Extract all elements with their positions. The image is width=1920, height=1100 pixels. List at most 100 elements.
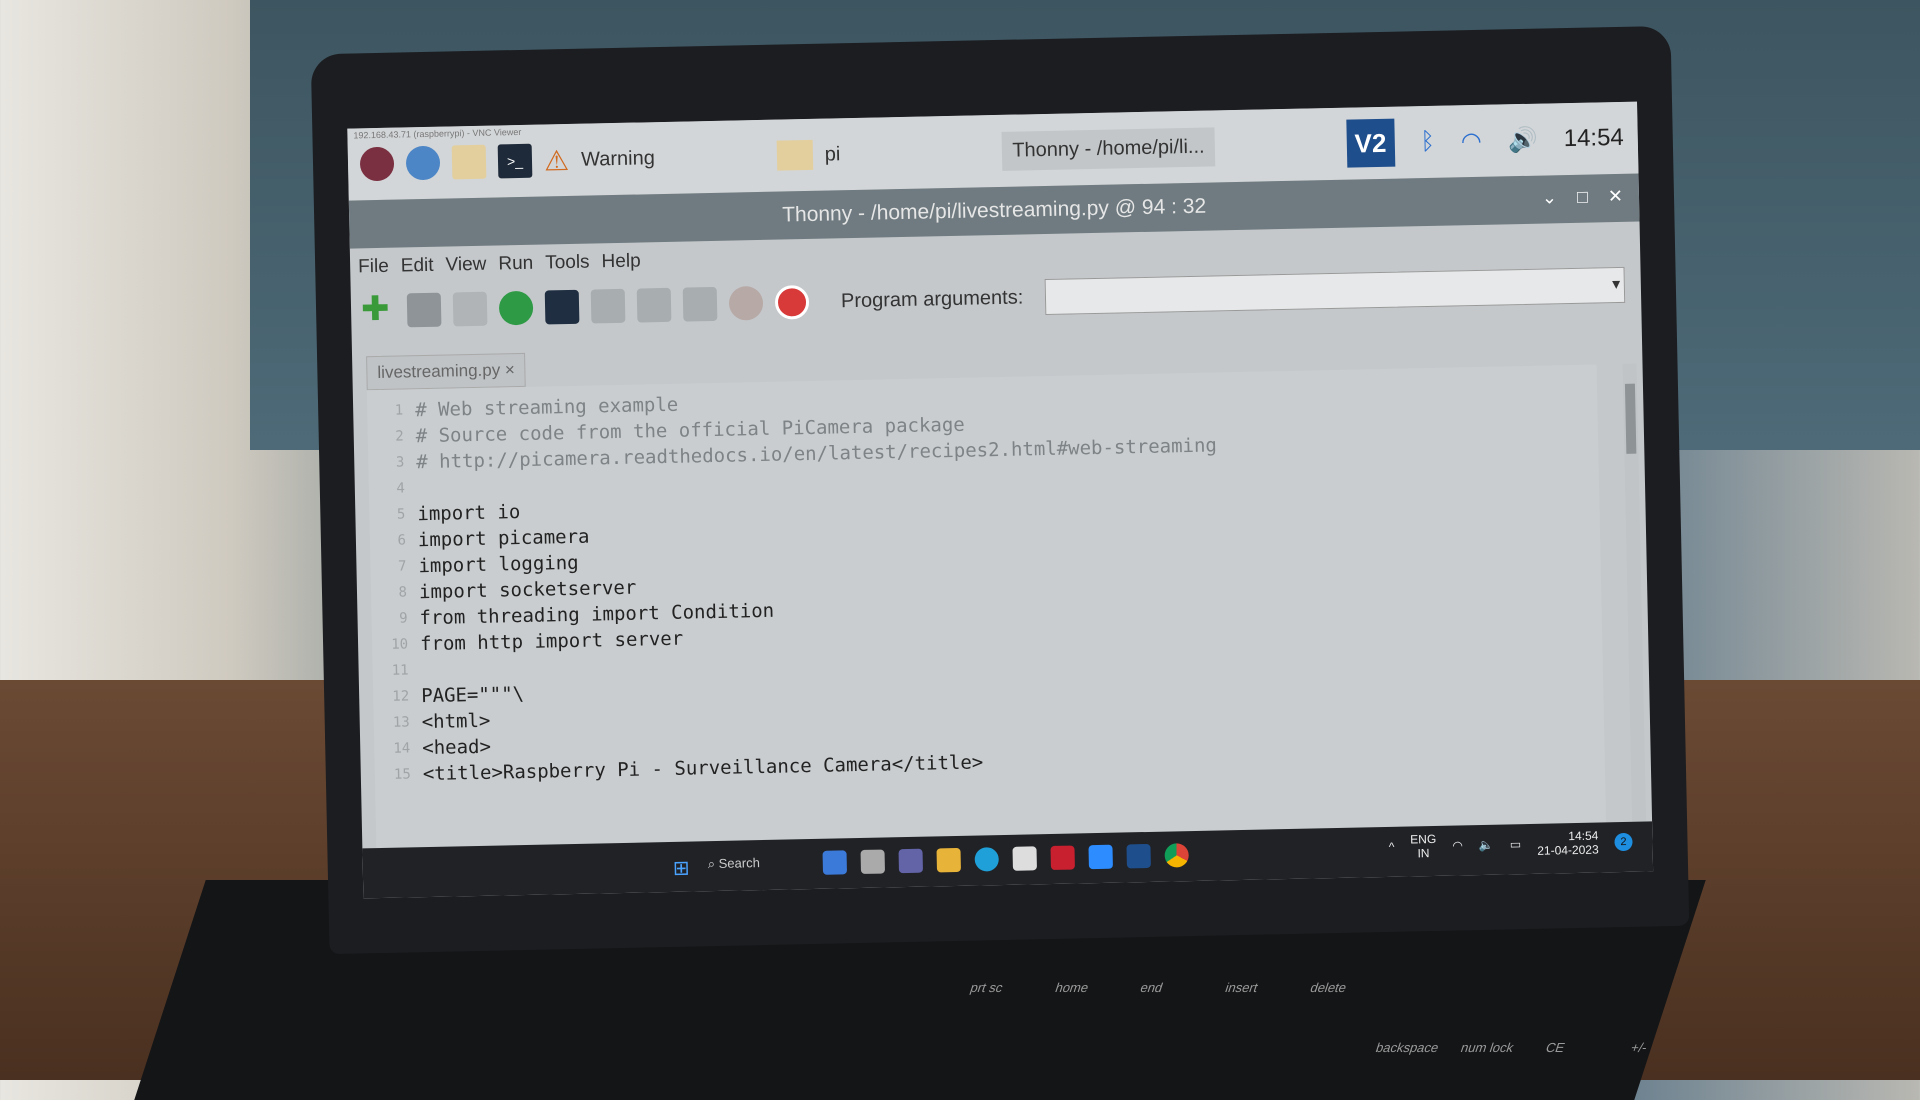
show-hidden-icon[interactable]: ^ bbox=[1389, 840, 1395, 854]
open-file-icon[interactable] bbox=[406, 292, 442, 328]
store-icon[interactable] bbox=[1012, 846, 1037, 871]
wifi-icon[interactable]: ◠ bbox=[1461, 126, 1483, 155]
line-number: 14 bbox=[393, 740, 411, 757]
code-line[interactable]: 14 <head> bbox=[374, 734, 491, 762]
screen: 192.168.43.71 (raspberrypi) - VNC Viewer… bbox=[347, 101, 1654, 899]
bluetooth-icon[interactable]: ᛒ bbox=[1420, 128, 1435, 156]
step-into-icon[interactable] bbox=[636, 287, 672, 323]
line-number: 1 bbox=[394, 402, 404, 419]
code-text: import io bbox=[417, 501, 521, 526]
menu-help[interactable]: Help bbox=[601, 250, 641, 273]
program-arguments-input[interactable] bbox=[1044, 266, 1626, 316]
thonny-task[interactable]: Thonny - /home/pi/li... bbox=[1001, 126, 1215, 171]
code-line[interactable]: 4 bbox=[369, 475, 418, 502]
vnc-title: 192.168.43.71 (raspberrypi) - VNC Viewer bbox=[353, 126, 522, 141]
key-label: insert bbox=[1223, 980, 1261, 995]
key-label: backspace bbox=[1373, 1040, 1441, 1055]
key-label: delete bbox=[1308, 980, 1349, 995]
step-out-icon[interactable] bbox=[682, 286, 718, 322]
key-label: CE bbox=[1543, 1040, 1567, 1055]
wifi-tray-icon[interactable]: ◠ bbox=[1452, 838, 1463, 852]
menu-edit[interactable]: Edit bbox=[401, 255, 434, 278]
window-title: Thonny - /home/pi/livestreaming.py @ 94 … bbox=[781, 194, 1207, 227]
line-number: 2 bbox=[395, 428, 404, 445]
save-file-icon[interactable] bbox=[452, 291, 488, 327]
code-line[interactable]: 10 from http import server bbox=[372, 626, 684, 659]
code-line[interactable]: 11 bbox=[372, 657, 421, 684]
editor-scrollbar[interactable] bbox=[1622, 363, 1647, 824]
code-text: import picamera bbox=[417, 525, 590, 552]
key-label: num lock bbox=[1458, 1040, 1516, 1055]
vnc-viewer-icon[interactable] bbox=[1126, 843, 1151, 869]
teams-icon[interactable] bbox=[898, 848, 923, 874]
edge-icon[interactable] bbox=[974, 847, 999, 872]
run-icon[interactable] bbox=[498, 290, 534, 326]
tab-livestreaming[interactable]: livestreaming.py × bbox=[366, 352, 527, 391]
pi-tray: V2 ᛒ ◠ 🔊 14:54 bbox=[1346, 114, 1624, 168]
windows-clock[interactable]: 14:54 21-04-2023 bbox=[1537, 829, 1599, 858]
new-file-icon[interactable]: ✚ bbox=[361, 290, 396, 329]
line-number: 12 bbox=[392, 688, 410, 705]
menu-view[interactable]: View bbox=[445, 254, 486, 277]
terminal-icon[interactable]: >_ bbox=[497, 143, 533, 179]
speaker-icon[interactable]: 🔈 bbox=[1479, 838, 1494, 852]
notification-badge[interactable]: 2 bbox=[1614, 832, 1633, 852]
code-line[interactable]: 5 import io bbox=[369, 499, 521, 528]
code-line[interactable]: 13 <html> bbox=[373, 708, 491, 736]
laptop: 192.168.43.71 (raspberrypi) - VNC Viewer… bbox=[310, 25, 1690, 955]
chrome-icon[interactable] bbox=[1164, 843, 1189, 868]
explorer-icon[interactable] bbox=[936, 847, 961, 873]
task-view-icon[interactable] bbox=[860, 849, 886, 874]
raspberry-menu-icon[interactable] bbox=[359, 146, 395, 182]
key-label: end bbox=[1138, 980, 1165, 995]
bing-icon[interactable] bbox=[822, 850, 848, 875]
vnc-icon[interactable]: V2 bbox=[1346, 118, 1396, 168]
menu-file[interactable]: File bbox=[358, 256, 389, 279]
lang-region: IN bbox=[1417, 846, 1430, 861]
key-label: home bbox=[1053, 980, 1091, 995]
code-text: <head> bbox=[422, 735, 492, 760]
program-arguments-label: Program arguments: bbox=[840, 285, 1024, 312]
resume-icon[interactable] bbox=[728, 285, 764, 321]
maximize-icon[interactable]: □ bbox=[1577, 187, 1588, 208]
scrollbar-thumb[interactable] bbox=[1624, 383, 1637, 454]
folder-task[interactable]: pi bbox=[825, 143, 841, 166]
code-editor[interactable]: 1 # Web streaming example 2 # Source code f… bbox=[366, 364, 1607, 851]
code-text: PAGE="""\ bbox=[420, 683, 525, 708]
lang-code: ENG bbox=[1410, 831, 1437, 847]
line-number: 4 bbox=[396, 480, 406, 497]
minimize-icon[interactable]: ⌄ bbox=[1542, 187, 1558, 208]
language-indicator[interactable]: ENG IN bbox=[1410, 832, 1437, 861]
windows-search[interactable]: ⌕ Search bbox=[708, 855, 760, 872]
clock: 14:54 bbox=[1563, 123, 1625, 153]
search-label: Search bbox=[718, 855, 761, 871]
volume-icon[interactable]: 🔊 bbox=[1508, 125, 1538, 155]
mcafee-icon[interactable] bbox=[1050, 845, 1075, 871]
warning-task[interactable]: Warning bbox=[581, 147, 655, 172]
code-line[interactable]: 12 PAGE="""\ bbox=[373, 681, 524, 710]
line-number: 15 bbox=[393, 766, 411, 783]
step-over-icon[interactable] bbox=[590, 288, 626, 324]
folder-icon bbox=[776, 139, 814, 171]
toolbar: ✚ Program arguments: bbox=[361, 266, 1626, 329]
menu-bar: File Edit View Run Tools Help bbox=[358, 250, 641, 278]
menu-run[interactable]: Run bbox=[498, 253, 533, 276]
line-number: 11 bbox=[391, 662, 409, 679]
close-icon[interactable]: ✕ bbox=[1608, 186, 1624, 207]
file-manager-icon[interactable] bbox=[451, 144, 487, 180]
battery-icon[interactable]: ▭ bbox=[1510, 837, 1522, 851]
debug-icon[interactable] bbox=[544, 289, 580, 325]
warning-icon: ⚠ bbox=[543, 144, 570, 176]
line-number: 7 bbox=[397, 558, 407, 575]
zoom-icon[interactable] bbox=[1088, 844, 1113, 870]
line-number: 13 bbox=[392, 714, 410, 731]
key-label: +/- bbox=[1628, 1040, 1650, 1055]
stop-icon[interactable] bbox=[774, 284, 810, 320]
code-text: import logging bbox=[418, 551, 579, 578]
menu-tools[interactable]: Tools bbox=[545, 252, 590, 275]
windows-start-icon[interactable]: ⊞ bbox=[673, 855, 695, 880]
line-number: 5 bbox=[396, 506, 406, 523]
browser-icon[interactable] bbox=[405, 145, 441, 181]
key-label: prt sc bbox=[968, 980, 1006, 995]
pinned-apps bbox=[822, 843, 1189, 875]
